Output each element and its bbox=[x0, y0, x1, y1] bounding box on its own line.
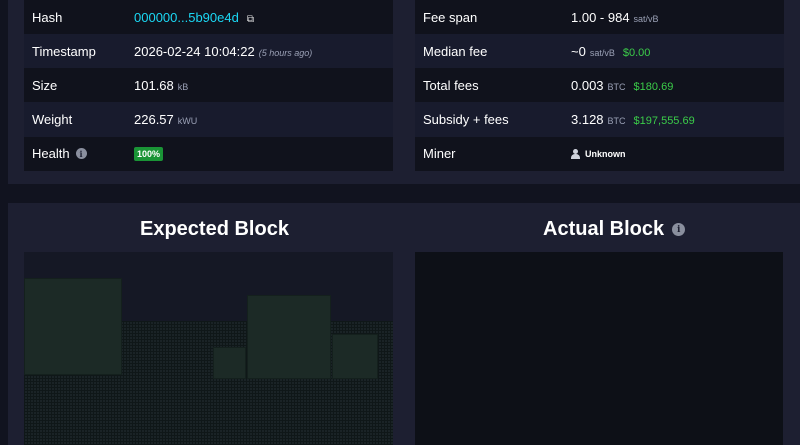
tx-block[interactable] bbox=[213, 347, 246, 379]
median-fee-label: Median fee bbox=[423, 43, 488, 59]
median-fee-unit: sat/vB bbox=[589, 47, 615, 58]
tx-block[interactable] bbox=[247, 295, 331, 379]
timestamp-value: 2026-02-24 10:04:22 bbox=[134, 43, 255, 59]
size-unit: kB bbox=[177, 81, 189, 92]
subsidy-value: 3.128 bbox=[571, 111, 604, 127]
actual-block-title: Actual Block i bbox=[543, 218, 686, 241]
hash-label: Hash bbox=[32, 9, 63, 25]
total-fees-row: Total fees 0.003 BTC $180.69 bbox=[415, 68, 784, 103]
copy-icon[interactable]: ⧉ bbox=[247, 14, 254, 25]
subsidy-label: Subsidy + fees bbox=[423, 111, 509, 127]
miner-value[interactable]: Unknown bbox=[585, 149, 626, 159]
tx-block[interactable] bbox=[24, 278, 122, 375]
miner-row: Miner Unknown bbox=[415, 136, 784, 171]
info-icon[interactable]: i bbox=[672, 223, 686, 236]
expected-block-title: Expected Block bbox=[140, 218, 289, 241]
total-fees-usd: $180.69 bbox=[633, 80, 674, 93]
hash-link[interactable]: 000000...5b90e4d bbox=[134, 10, 239, 25]
expected-block-visualization[interactable] bbox=[24, 252, 393, 445]
actual-block-heading: Actual Block bbox=[543, 218, 665, 240]
size-value: 101.68 bbox=[134, 77, 174, 93]
size-label: Size bbox=[32, 77, 58, 93]
expected-block-heading: Expected Block bbox=[140, 218, 289, 240]
fee-span-row: Fee span 1.00 - 984 sat/vB bbox=[415, 0, 784, 34]
subsidy-unit: BTC bbox=[607, 115, 626, 126]
hash-row: Hash 000000...5b90e4d ⧉ bbox=[24, 0, 393, 34]
block-details-right-table: Fee span 1.00 - 984 sat/vB Median fee ~0… bbox=[415, 0, 784, 171]
subsidy-row: Subsidy + fees 3.128 BTC $197,555.69 bbox=[415, 102, 784, 137]
miner-label: Miner bbox=[423, 146, 456, 162]
size-row: Size 101.68 kB bbox=[24, 68, 393, 103]
median-fee-usd: $0.00 bbox=[622, 46, 651, 59]
tx-block[interactable] bbox=[332, 334, 378, 379]
total-fees-value: 0.003 bbox=[571, 77, 604, 93]
weight-label: Weight bbox=[32, 111, 73, 127]
subsidy-usd: $197,555.69 bbox=[633, 114, 695, 127]
block-details-left-table: Hash 000000...5b90e4d ⧉ Timestamp 2026-0… bbox=[24, 0, 393, 171]
fee-span-value: 1.00 - 984 bbox=[571, 9, 630, 25]
health-row: Health i 100% bbox=[24, 136, 393, 171]
timestamp-ago: (5 hours ago) bbox=[258, 47, 313, 58]
median-fee-row: Median fee ~0 sat/vB $0.00 bbox=[415, 34, 784, 69]
person-icon bbox=[571, 148, 580, 159]
actual-block-visualization[interactable] bbox=[415, 252, 783, 445]
info-icon[interactable]: i bbox=[75, 148, 87, 160]
weight-row: Weight 226.57 kWU bbox=[24, 102, 393, 137]
health-label: Health bbox=[32, 146, 70, 162]
total-fees-unit: BTC bbox=[607, 81, 626, 92]
median-fee-value: ~0 bbox=[571, 43, 586, 59]
timestamp-label: Timestamp bbox=[32, 43, 96, 59]
weight-unit: kWU bbox=[177, 115, 198, 126]
health-badge: 100% bbox=[134, 146, 164, 161]
total-fees-label: Total fees bbox=[423, 77, 479, 93]
fee-span-unit: sat/vB bbox=[633, 13, 659, 24]
weight-value: 226.57 bbox=[134, 111, 174, 127]
fee-span-label: Fee span bbox=[423, 9, 478, 25]
timestamp-row: Timestamp 2026-02-24 10:04:22 (5 hours a… bbox=[24, 34, 393, 69]
